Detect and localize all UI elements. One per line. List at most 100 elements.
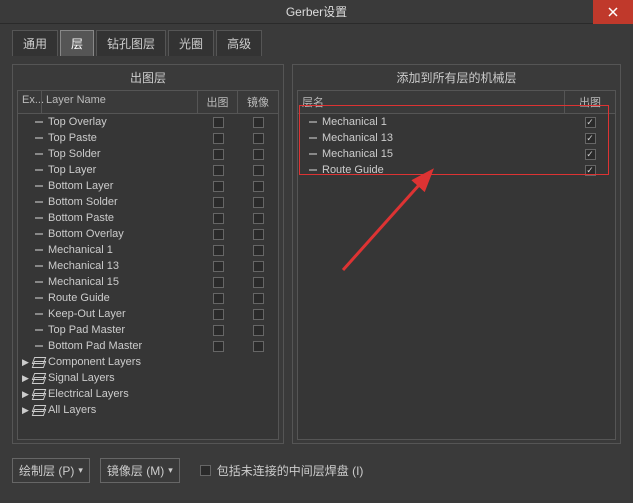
- mirror-checkbox[interactable]: [238, 309, 278, 320]
- include-unconnected-checkbox[interactable]: 包括未连接的中间层焊盘 (I): [200, 462, 364, 479]
- mirror-checkbox[interactable]: [238, 245, 278, 256]
- row-label: Mechanical 15: [320, 148, 565, 160]
- layer-dash-icon: [32, 147, 46, 161]
- mirror-checkbox[interactable]: [238, 117, 278, 128]
- tree-row[interactable]: Bottom Pad Master: [18, 338, 278, 354]
- layer-stack-icon: [32, 371, 46, 385]
- plot-checkbox[interactable]: [198, 341, 238, 352]
- tree-row[interactable]: Keep-Out Layer: [18, 306, 278, 322]
- tab-3[interactable]: 光圈: [168, 30, 214, 56]
- plot-checkbox[interactable]: [565, 117, 615, 128]
- mirror-checkbox[interactable]: [238, 181, 278, 192]
- mirror-checkbox[interactable]: [238, 341, 278, 352]
- plot-checkbox[interactable]: [198, 277, 238, 288]
- mirror-checkbox[interactable]: [238, 293, 278, 304]
- tree-row[interactable]: Route Guide: [18, 290, 278, 306]
- tree-row[interactable]: Bottom Overlay: [18, 226, 278, 242]
- plot-checkbox[interactable]: [565, 149, 615, 160]
- window-title: Gerber设置: [0, 3, 633, 20]
- mirror-checkbox[interactable]: [238, 261, 278, 272]
- mirror-checkbox[interactable]: [238, 229, 278, 240]
- close-button[interactable]: [593, 0, 633, 24]
- mirror-layer-combo[interactable]: 镜像层 (M) ▾: [100, 458, 180, 483]
- plot-checkbox[interactable]: [198, 165, 238, 176]
- tab-4[interactable]: 高级: [216, 30, 262, 56]
- plot-checkbox[interactable]: [565, 133, 615, 144]
- plot-layer-label: 绘制层 (P): [19, 462, 74, 479]
- tab-1[interactable]: 层: [60, 30, 94, 56]
- mirror-checkbox[interactable]: [238, 149, 278, 160]
- row-label: Top Pad Master: [46, 324, 198, 336]
- layer-stack-icon: [32, 403, 46, 417]
- plot-checkbox[interactable]: [198, 325, 238, 336]
- layer-dash-icon: [32, 243, 46, 257]
- mirror-checkbox[interactable]: [238, 277, 278, 288]
- plot-checkbox[interactable]: [198, 197, 238, 208]
- layer-stack-icon: [32, 355, 46, 369]
- plot-checkbox[interactable]: [198, 133, 238, 144]
- tree-row[interactable]: Bottom Paste: [18, 210, 278, 226]
- list-row[interactable]: Mechanical 1: [298, 114, 615, 130]
- tab-2[interactable]: 钻孔图层: [96, 30, 166, 56]
- tree-row[interactable]: Top Solder: [18, 146, 278, 162]
- row-label: Top Paste: [46, 132, 198, 144]
- layer-stack-icon: [32, 387, 46, 401]
- plot-checkbox[interactable]: [198, 229, 238, 240]
- tree-row[interactable]: Top Pad Master: [18, 322, 278, 338]
- tree-row[interactable]: Top Paste: [18, 130, 278, 146]
- tab-0[interactable]: 通用: [12, 30, 58, 56]
- right-col-plot[interactable]: 出图: [565, 91, 615, 113]
- left-col-plot[interactable]: 出图: [198, 91, 238, 113]
- row-label: Signal Layers: [46, 372, 278, 384]
- tree-row[interactable]: Top Overlay: [18, 114, 278, 130]
- row-label: Mechanical 1: [320, 116, 565, 128]
- tree-row[interactable]: ▶Component Layers: [18, 354, 278, 370]
- layer-dash-icon: [32, 307, 46, 321]
- plot-checkbox[interactable]: [198, 309, 238, 320]
- mirror-checkbox[interactable]: [238, 165, 278, 176]
- left-col-name[interactable]: Layer Name: [42, 91, 198, 113]
- plot-checkbox[interactable]: [198, 261, 238, 272]
- row-label: Top Overlay: [46, 116, 198, 128]
- mirror-checkbox[interactable]: [238, 213, 278, 224]
- left-col-ex[interactable]: Ex...: [18, 91, 42, 113]
- row-label: Bottom Pad Master: [46, 340, 198, 352]
- row-label: Mechanical 13: [320, 132, 565, 144]
- checkbox-box: [200, 465, 211, 476]
- tree-row[interactable]: Mechanical 13: [18, 258, 278, 274]
- tree-row[interactable]: Top Layer: [18, 162, 278, 178]
- layer-dash-icon: [32, 227, 46, 241]
- plot-checkbox[interactable]: [198, 181, 238, 192]
- expand-arrow-icon: ▶: [22, 405, 32, 416]
- left-col-mirror[interactable]: 镜像: [238, 91, 278, 113]
- tree-row[interactable]: Bottom Layer: [18, 178, 278, 194]
- list-row[interactable]: Mechanical 15: [298, 146, 615, 162]
- plot-checkbox[interactable]: [198, 117, 238, 128]
- layer-dash-icon: [32, 339, 46, 353]
- plot-checkbox[interactable]: [198, 293, 238, 304]
- right-col-name[interactable]: 层名: [298, 91, 565, 113]
- left-panel-body: Ex... Layer Name 出图 镜像 Top Overlay Top Pa…: [17, 90, 279, 440]
- row-label: Top Layer: [46, 164, 198, 176]
- row-label: Mechanical 1: [46, 244, 198, 256]
- tree-row[interactable]: Mechanical 1: [18, 242, 278, 258]
- plot-checkbox[interactable]: [565, 165, 615, 176]
- row-label: Route Guide: [46, 292, 198, 304]
- tree-row[interactable]: ▶Signal Layers: [18, 370, 278, 386]
- mirror-checkbox[interactable]: [238, 197, 278, 208]
- tree-row[interactable]: Bottom Solder: [18, 194, 278, 210]
- layer-dash-icon: [32, 211, 46, 225]
- mirror-checkbox[interactable]: [238, 133, 278, 144]
- plot-checkbox[interactable]: [198, 149, 238, 160]
- tree-row[interactable]: ▶All Layers: [18, 402, 278, 418]
- mirror-checkbox[interactable]: [238, 325, 278, 336]
- right-panel-title: 添加到所有层的机械层: [293, 65, 620, 90]
- list-row[interactable]: Route Guide: [298, 162, 615, 178]
- list-row[interactable]: Mechanical 13: [298, 130, 615, 146]
- plot-layer-combo[interactable]: 绘制层 (P) ▾: [12, 458, 90, 483]
- tree-row[interactable]: ▶Electrical Layers: [18, 386, 278, 402]
- plot-checkbox[interactable]: [198, 245, 238, 256]
- plot-checkbox[interactable]: [198, 213, 238, 224]
- tree-row[interactable]: Mechanical 15: [18, 274, 278, 290]
- layer-dash-icon: [306, 115, 320, 129]
